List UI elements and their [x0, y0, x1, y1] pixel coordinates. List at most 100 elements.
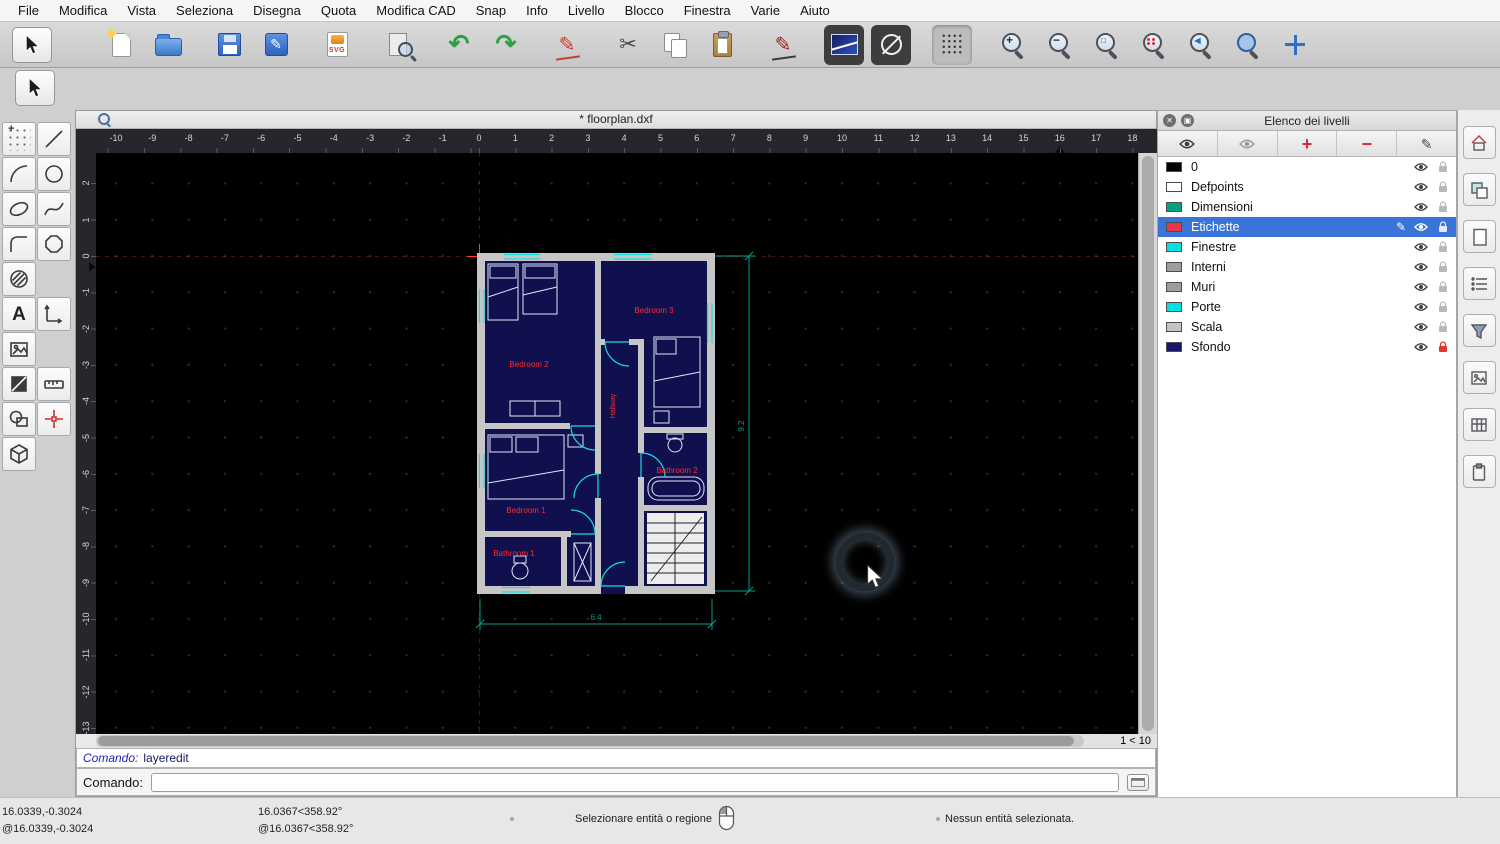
fill-none-button[interactable]	[871, 24, 911, 65]
layer-visibility-eye-icon[interactable]	[1414, 162, 1428, 172]
menu-snap[interactable]: Snap	[466, 0, 516, 21]
close-panel-icon[interactable]: ✕	[1163, 114, 1176, 127]
layer-row-sfondo[interactable]: Sfondo	[1158, 337, 1456, 357]
modify-tool[interactable]	[2, 402, 36, 436]
menu-varie[interactable]: Varie	[741, 0, 790, 21]
menu-file[interactable]: File	[8, 0, 49, 21]
open-file-button[interactable]	[148, 25, 188, 65]
layer-row-muri[interactable]: Muri	[1158, 277, 1456, 297]
menu-modifica[interactable]: Modifica	[49, 0, 117, 21]
line-attributes-button[interactable]	[824, 24, 864, 65]
save-button[interactable]	[209, 25, 249, 65]
toggle-all-visibility-button[interactable]	[1218, 131, 1278, 156]
zoom-in-button[interactable]: +	[993, 25, 1033, 65]
vertical-scrollbar[interactable]	[1138, 153, 1157, 734]
undo-button[interactable]: ↶	[439, 25, 479, 65]
horizontal-scrollbar[interactable]	[96, 735, 1084, 747]
layer-visibility-eye-icon[interactable]	[1414, 242, 1428, 252]
explode-tool[interactable]	[37, 402, 71, 436]
zoom-pan-button[interactable]	[1275, 25, 1315, 65]
dock-clipboard-button[interactable]	[1462, 455, 1496, 488]
dock-blocks-button[interactable]	[1462, 173, 1496, 206]
menu-blocco[interactable]: Blocco	[615, 0, 674, 21]
dock-view-3d-button[interactable]	[1462, 126, 1496, 159]
polygon-tool[interactable]	[37, 227, 71, 261]
layer-lock-icon[interactable]	[1438, 341, 1448, 353]
layer-visibility-eye-icon[interactable]	[1414, 282, 1428, 292]
selection-tool-button-secondary[interactable]	[15, 70, 55, 106]
menu-info[interactable]: Info	[516, 0, 558, 21]
copy-button[interactable]	[655, 25, 695, 65]
layer-row-0[interactable]: 0	[1158, 157, 1456, 177]
layer-visibility-eye-icon[interactable]	[1414, 342, 1428, 352]
horizontal-scrollbar-thumb[interactable]	[98, 736, 1074, 746]
layer-lock-icon[interactable]	[1438, 181, 1448, 193]
command-expand-button[interactable]	[1127, 773, 1149, 791]
svg-export-button[interactable]: SVG	[317, 25, 357, 65]
layer-lock-icon[interactable]	[1438, 161, 1448, 173]
layer-lock-icon[interactable]	[1438, 261, 1448, 273]
layer-visibility-eye-icon[interactable]	[1414, 302, 1428, 312]
dock-sheet-button[interactable]	[1462, 220, 1496, 253]
selection-tool-button[interactable]	[12, 26, 52, 63]
layer-row-porte[interactable]: Porte	[1158, 297, 1456, 317]
layer-row-dimensioni[interactable]: Dimensioni	[1158, 197, 1456, 217]
drawing-canvas[interactable]: Bedroom 2 Bedroom 3 Bedroom 1 Bathroom 1…	[96, 153, 1138, 734]
zoom-redraw-button[interactable]	[1134, 25, 1174, 65]
circle-tool[interactable]	[37, 157, 71, 191]
new-file-button[interactable]	[101, 25, 141, 65]
redo-button[interactable]: ↷	[486, 25, 526, 65]
add-layer-button[interactable]: +	[1278, 131, 1338, 156]
zoom-auto-button[interactable]: □	[1087, 25, 1127, 65]
menu-livello[interactable]: Livello	[558, 0, 615, 21]
layer-lock-icon[interactable]	[1438, 301, 1448, 313]
text-tool[interactable]: A	[2, 297, 36, 331]
remove-layer-button[interactable]: −	[1337, 131, 1398, 156]
zoom-out-button[interactable]: −	[1040, 25, 1080, 65]
print-preview-button[interactable]	[378, 25, 418, 65]
hatch-tool[interactable]	[2, 262, 36, 296]
vertical-scrollbar-thumb[interactable]	[1142, 156, 1154, 731]
menu-finestra[interactable]: Finestra	[674, 0, 741, 21]
paste-button[interactable]	[702, 25, 742, 65]
save-as-button[interactable]: ✎	[256, 25, 296, 65]
menu-seleziona[interactable]: Seleziona	[166, 0, 243, 21]
spline-tool[interactable]	[37, 192, 71, 226]
layer-row-scala[interactable]: Scala	[1158, 317, 1456, 337]
layer-row-etichette[interactable]: Etichette ✎	[1158, 217, 1456, 237]
menu-quota[interactable]: Quota	[311, 0, 366, 21]
cut-button[interactable]: ✂	[608, 25, 648, 65]
layer-visibility-eye-icon[interactable]	[1414, 202, 1428, 212]
edit-entity-button[interactable]: ✎	[763, 25, 803, 65]
ellipse-tool[interactable]	[2, 192, 36, 226]
layer-row-interni[interactable]: Interni	[1158, 257, 1456, 277]
edit-layer-button[interactable]: ✎	[1397, 131, 1456, 156]
toggle-visibility-button[interactable]	[1158, 131, 1218, 156]
solid-fill-tool[interactable]	[2, 367, 36, 401]
layer-row-finestre[interactable]: Finestre	[1158, 237, 1456, 257]
dock-list-button[interactable]	[1462, 267, 1496, 300]
layer-lock-icon[interactable]	[1438, 201, 1448, 213]
layer-visibility-eye-icon[interactable]	[1414, 322, 1428, 332]
command-input[interactable]	[150, 772, 1119, 792]
menu-vista[interactable]: Vista	[117, 0, 166, 21]
layer-row-defpoints[interactable]: Defpoints	[1158, 177, 1456, 197]
menu-disegna[interactable]: Disegna	[243, 0, 311, 21]
menu-aiuto[interactable]: Aiuto	[790, 0, 840, 21]
dimension-tool[interactable]	[37, 297, 71, 331]
layer-visibility-eye-icon[interactable]	[1414, 222, 1428, 232]
draw-pen-button[interactable]: ✎	[547, 25, 587, 65]
layer-lock-icon[interactable]	[1438, 241, 1448, 253]
arc-tool[interactable]	[2, 157, 36, 191]
isometric-tool[interactable]	[2, 437, 36, 471]
line-tool[interactable]	[37, 122, 71, 156]
float-panel-icon[interactable]: ▣	[1181, 114, 1194, 127]
layer-lock-icon[interactable]	[1438, 281, 1448, 293]
menu-modifica-cad[interactable]: Modifica CAD	[366, 0, 465, 21]
snap-grid-tool[interactable]	[2, 122, 36, 156]
dock-table-button[interactable]	[1462, 408, 1496, 441]
image-tool[interactable]	[2, 332, 36, 366]
measure-tool[interactable]	[37, 367, 71, 401]
fillet-tool[interactable]	[2, 227, 36, 261]
zoom-window-button[interactable]	[1228, 25, 1268, 65]
